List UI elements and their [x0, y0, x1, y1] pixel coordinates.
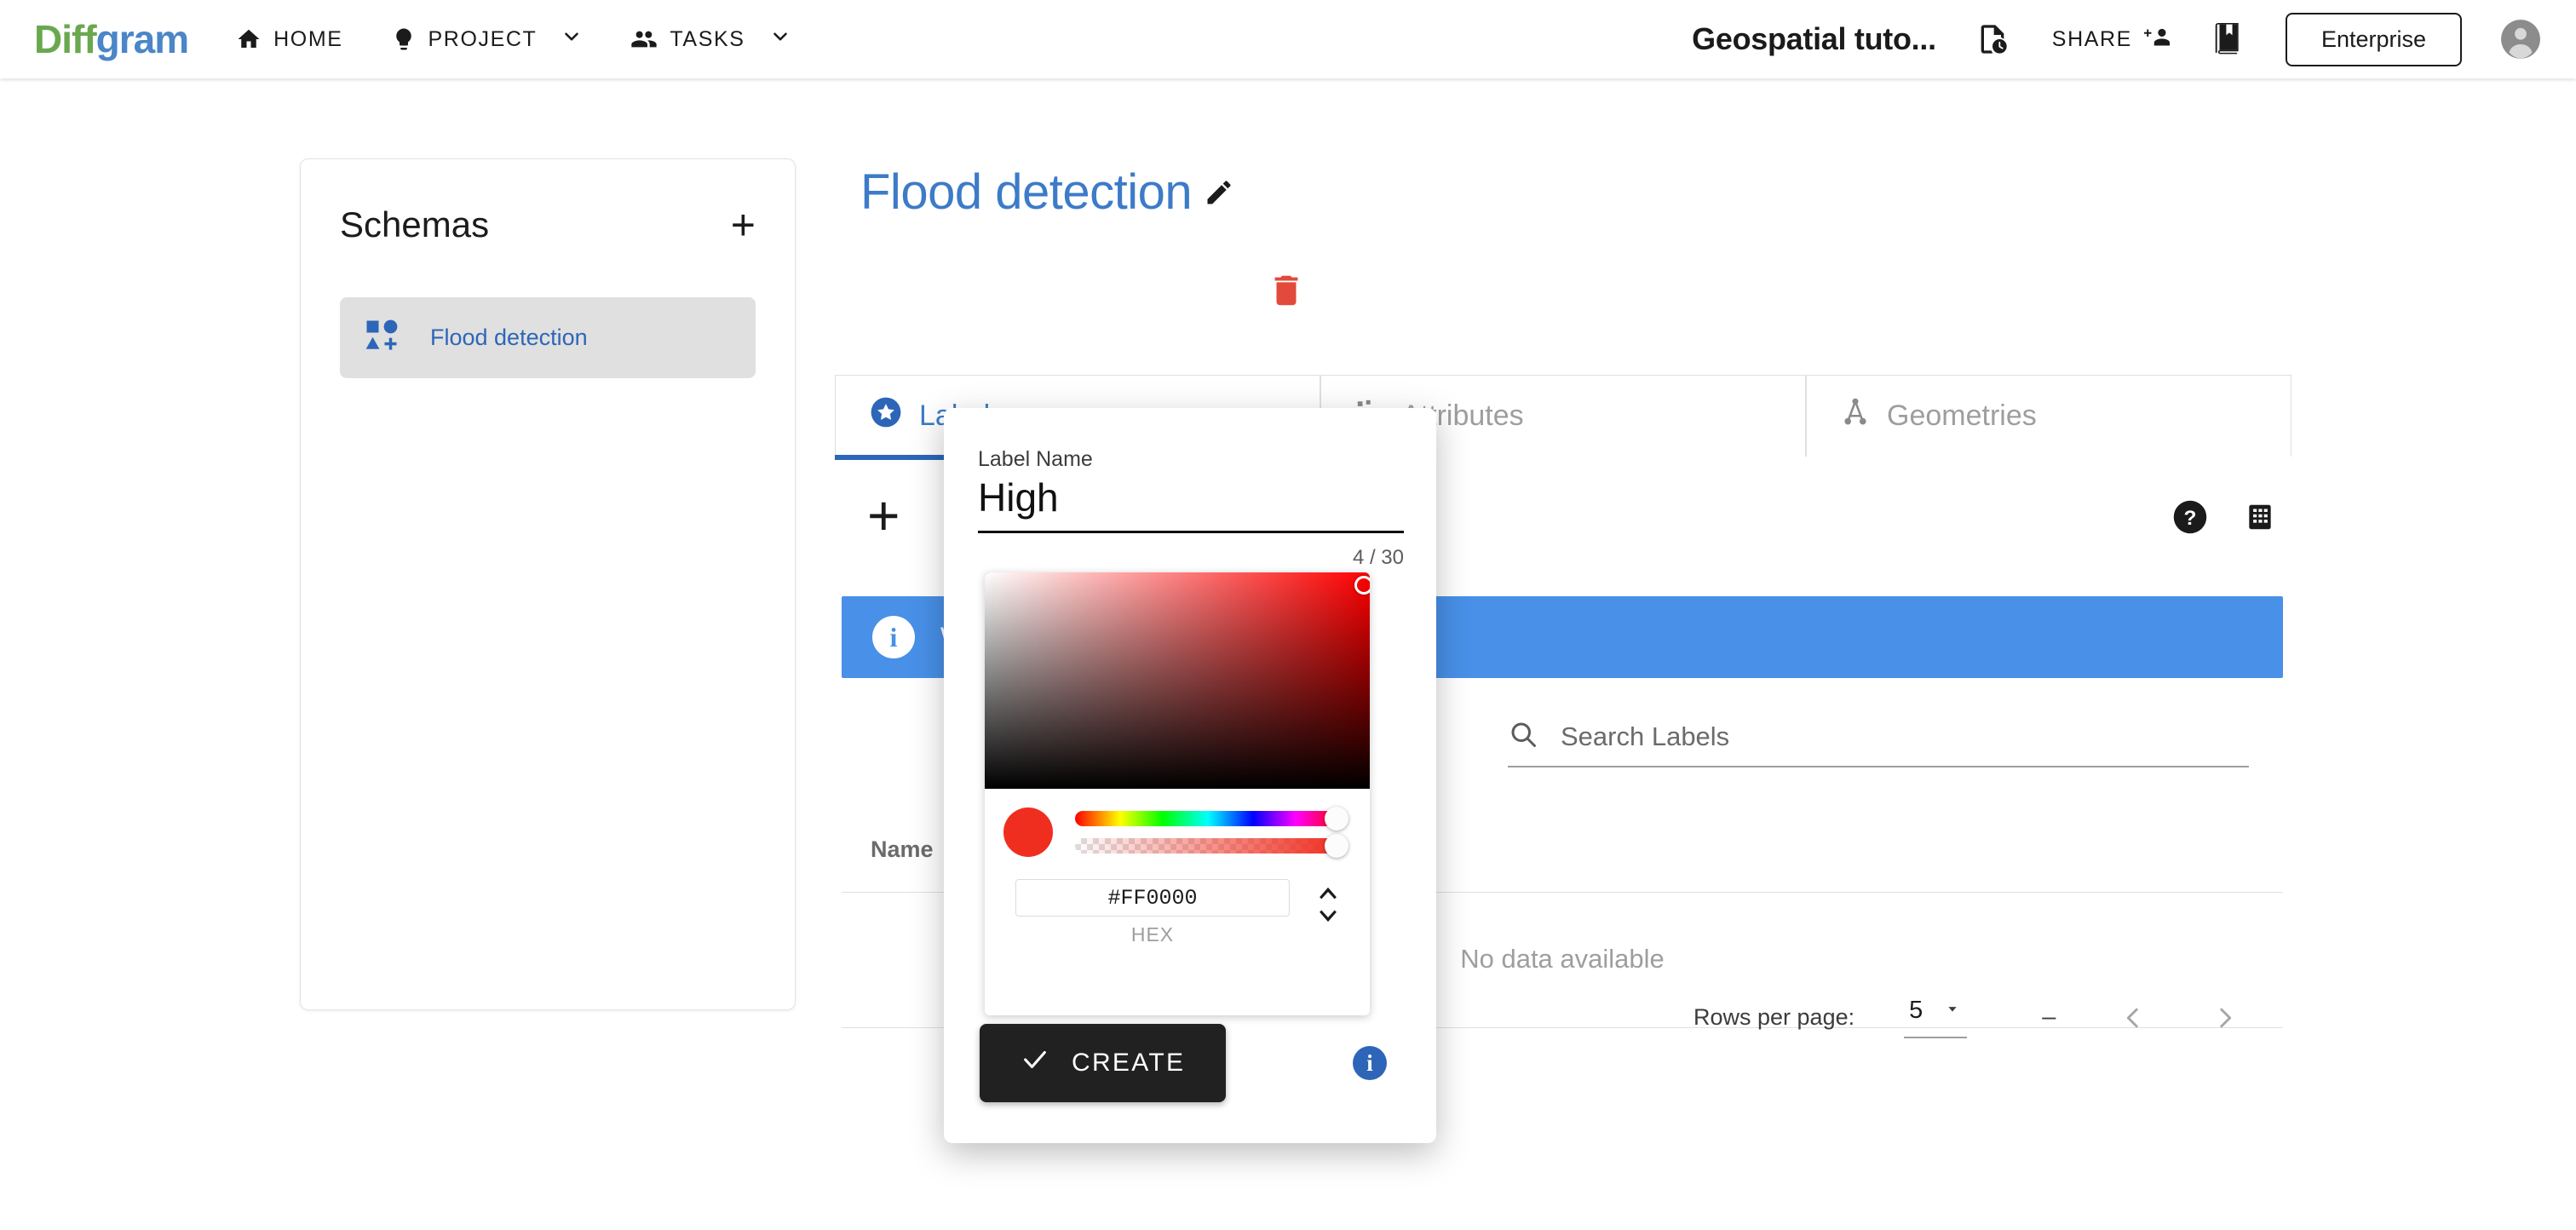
dialog-info-icon[interactable]: i	[1353, 1046, 1387, 1080]
toolbar-right-icons: ?	[2172, 499, 2276, 539]
create-button[interactable]: CREATE	[980, 1024, 1227, 1102]
project-title: Geospatial tuto...	[1692, 21, 1936, 56]
create-label-dialog: Label Name 4 / 30	[944, 408, 1436, 1143]
check-icon	[1021, 1045, 1049, 1081]
schema-title-row: Flood detection	[860, 164, 2309, 221]
create-button-label: CREATE	[1072, 1049, 1186, 1077]
people-icon	[630, 26, 658, 53]
search-labels-container	[1508, 719, 2249, 767]
color-slider-row	[1003, 807, 1348, 858]
nav-item-project[interactable]: PROJECT	[391, 26, 584, 54]
grid-view-icon[interactable]	[2244, 501, 2276, 537]
info-icon: i	[872, 616, 915, 658]
saturation-black-overlay	[985, 572, 1370, 789]
tab-geometries[interactable]: Geometries	[1806, 375, 2291, 457]
color-picker: HEX	[985, 572, 1370, 1015]
star-circle-icon	[870, 396, 902, 436]
file-clock-icon[interactable]	[1975, 22, 2010, 56]
pencil-icon[interactable]	[1204, 177, 1234, 208]
chevron-right-icon[interactable]	[2211, 1003, 2240, 1032]
chevron-left-icon[interactable]	[2119, 1003, 2148, 1032]
character-counter: 4 / 30	[1352, 546, 1404, 569]
nav-item-tasks[interactable]: TASKS	[630, 26, 791, 54]
hue-slider-handle[interactable]	[1325, 807, 1348, 831]
account-circle-icon[interactable]	[2499, 18, 2542, 60]
nav-item-home-label: HOME	[273, 26, 343, 51]
share-label: SHARE	[2051, 26, 2132, 51]
sidebar-item-label: Flood detection	[430, 325, 588, 350]
geometry-icon	[1841, 398, 1870, 434]
hue-slider[interactable]	[1075, 807, 1348, 831]
add-schema-button[interactable]: +	[731, 204, 756, 246]
svg-text:?: ?	[2184, 507, 2197, 530]
nav-item-tasks-label: TASKS	[670, 26, 745, 51]
schemas-title: Schemas	[340, 204, 490, 244]
pagination-range: –	[2042, 1003, 2056, 1031]
share-button[interactable]: SHARE	[2052, 24, 2173, 55]
chevron-down-icon	[769, 26, 791, 54]
add-label-button[interactable]: +	[867, 487, 900, 543]
page-title: Flood detection	[860, 164, 1193, 220]
person-add-icon	[2143, 24, 2173, 55]
alpha-slider[interactable]	[1075, 834, 1348, 858]
search-row	[1508, 719, 2249, 767]
color-format-stepper[interactable]	[1314, 884, 1343, 925]
logo-text-gram: gram	[95, 17, 189, 61]
search-icon	[1508, 719, 1538, 754]
info-icon: i	[1353, 1046, 1387, 1080]
chevron-down-icon	[1943, 997, 1962, 1024]
schemas-panel: Schemas + Flood detection	[300, 158, 796, 1010]
table-pagination: Rows per page: 5 –	[1693, 997, 2240, 1038]
label-name-field-label: Label Name	[978, 447, 1093, 471]
diffgram-logo[interactable]: Diffgram	[34, 16, 189, 62]
delete-schema-button[interactable]	[1267, 271, 1306, 314]
hex-format-caption: HEX	[1130, 923, 1175, 945]
chevron-down-icon	[561, 26, 583, 54]
home-icon	[236, 26, 262, 52]
lightbulb-icon	[391, 26, 417, 52]
saturation-handle[interactable]	[1354, 576, 1370, 595]
saturation-value-area[interactable]	[985, 572, 1370, 789]
shapes-add-icon	[364, 318, 400, 358]
nav-item-home[interactable]: HOME	[236, 26, 342, 52]
hex-color-input[interactable]	[1015, 879, 1290, 917]
top-navigation-bar: Diffgram HOME PROJECT TASKS Geospatial t…	[0, 0, 2576, 78]
hex-input-row	[1015, 879, 1343, 925]
rows-per-page-value: 5	[1909, 997, 1923, 1024]
search-input[interactable]	[1561, 721, 2249, 752]
help-circle-icon[interactable]: ?	[2172, 499, 2208, 539]
schemas-header: Schemas +	[301, 159, 795, 246]
sidebar-item-flood-detection[interactable]: Flood detection	[340, 297, 756, 378]
enterprise-button[interactable]: Enterprise	[2285, 12, 2462, 66]
nav-item-project-label: PROJECT	[428, 26, 538, 51]
nav-right-group: SHARE Enterprise	[1936, 12, 2576, 66]
label-name-input[interactable]	[978, 474, 1404, 533]
alpha-slider-handle[interactable]	[1325, 834, 1348, 858]
main-content-header: Flood detection	[860, 164, 2309, 221]
rows-per-page-select[interactable]: 5	[1904, 997, 1968, 1038]
tab-geometries-label: Geometries	[1887, 399, 2037, 432]
color-preview-swatch	[1003, 808, 1053, 857]
bookmark-book-icon[interactable]	[2212, 23, 2243, 55]
sliders-group	[1075, 807, 1348, 858]
rows-per-page-label: Rows per page:	[1693, 1004, 1855, 1030]
logo-text-diff: Diff	[34, 17, 97, 61]
